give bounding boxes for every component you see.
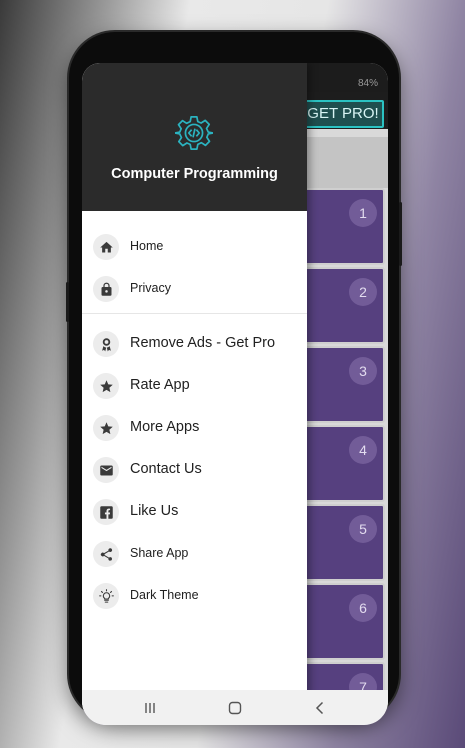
- lesson-number: 2: [349, 278, 377, 306]
- drawer-title: Computer Programming: [111, 166, 278, 182]
- system-nav-bar: [82, 690, 388, 725]
- menu-item-home[interactable]: Home: [82, 227, 307, 267]
- menu-divider: [82, 313, 307, 314]
- home-nav-icon[interactable]: [226, 699, 244, 717]
- menu-item-more-apps[interactable]: More Apps: [82, 408, 307, 448]
- menu-item-label: Home: [130, 239, 164, 253]
- menu-item-share-app[interactable]: Share App: [82, 534, 307, 574]
- facebook-icon: [93, 499, 119, 525]
- volume-button: [66, 282, 69, 322]
- lock-icon: [93, 276, 119, 302]
- share-icon: [93, 541, 119, 567]
- menu-item-label: Privacy: [130, 281, 171, 295]
- menu-item-label: Contact Us: [130, 461, 202, 477]
- back-icon[interactable]: [311, 699, 329, 717]
- navigation-drawer: Computer Programming Home Privacy Remove…: [82, 63, 307, 725]
- menu-item-label: More Apps: [130, 419, 200, 435]
- drawer-header: Computer Programming: [82, 63, 307, 211]
- menu-item-label: Rate App: [130, 377, 190, 393]
- star-icon: [93, 373, 119, 399]
- menu-item-remove-ads[interactable]: Remove Ads - Get Pro: [82, 324, 307, 364]
- menu-item-label: Share App: [130, 546, 189, 560]
- star-icon: [93, 415, 119, 441]
- menu-item-label: Like Us: [130, 503, 179, 519]
- email-icon: [93, 457, 119, 483]
- home-icon: [93, 234, 119, 260]
- lesson-number: 5: [349, 515, 377, 543]
- gear-code-icon: [175, 115, 213, 151]
- recents-icon[interactable]: [141, 699, 159, 717]
- phone-frame: 84% GET PRO! 1 2 3 4 5 6 7 Computer Prog…: [66, 32, 402, 725]
- battery-text: 84%: [357, 78, 378, 89]
- menu-item-rate-app[interactable]: Rate App: [82, 366, 307, 406]
- screen: 84% GET PRO! 1 2 3 4 5 6 7 Computer Prog…: [82, 63, 388, 725]
- power-button: [399, 202, 402, 266]
- lesson-number: 3: [349, 357, 377, 385]
- award-icon: [93, 331, 119, 357]
- menu-item-contact-us[interactable]: Contact Us: [82, 450, 307, 490]
- menu-item-privacy[interactable]: Privacy: [82, 269, 307, 309]
- lesson-number: 4: [349, 436, 377, 464]
- menu-item-like-us[interactable]: Like Us: [82, 492, 307, 532]
- lightbulb-icon: [93, 583, 119, 609]
- menu-item-label: Remove Ads - Get Pro: [130, 335, 276, 351]
- menu-item-dark-theme[interactable]: Dark Theme: [82, 576, 307, 616]
- menu-item-label: Dark Theme: [130, 588, 199, 602]
- get-pro-button[interactable]: GET PRO!: [302, 100, 384, 128]
- lesson-number: 1: [349, 199, 377, 227]
- lesson-number: 6: [349, 594, 377, 622]
